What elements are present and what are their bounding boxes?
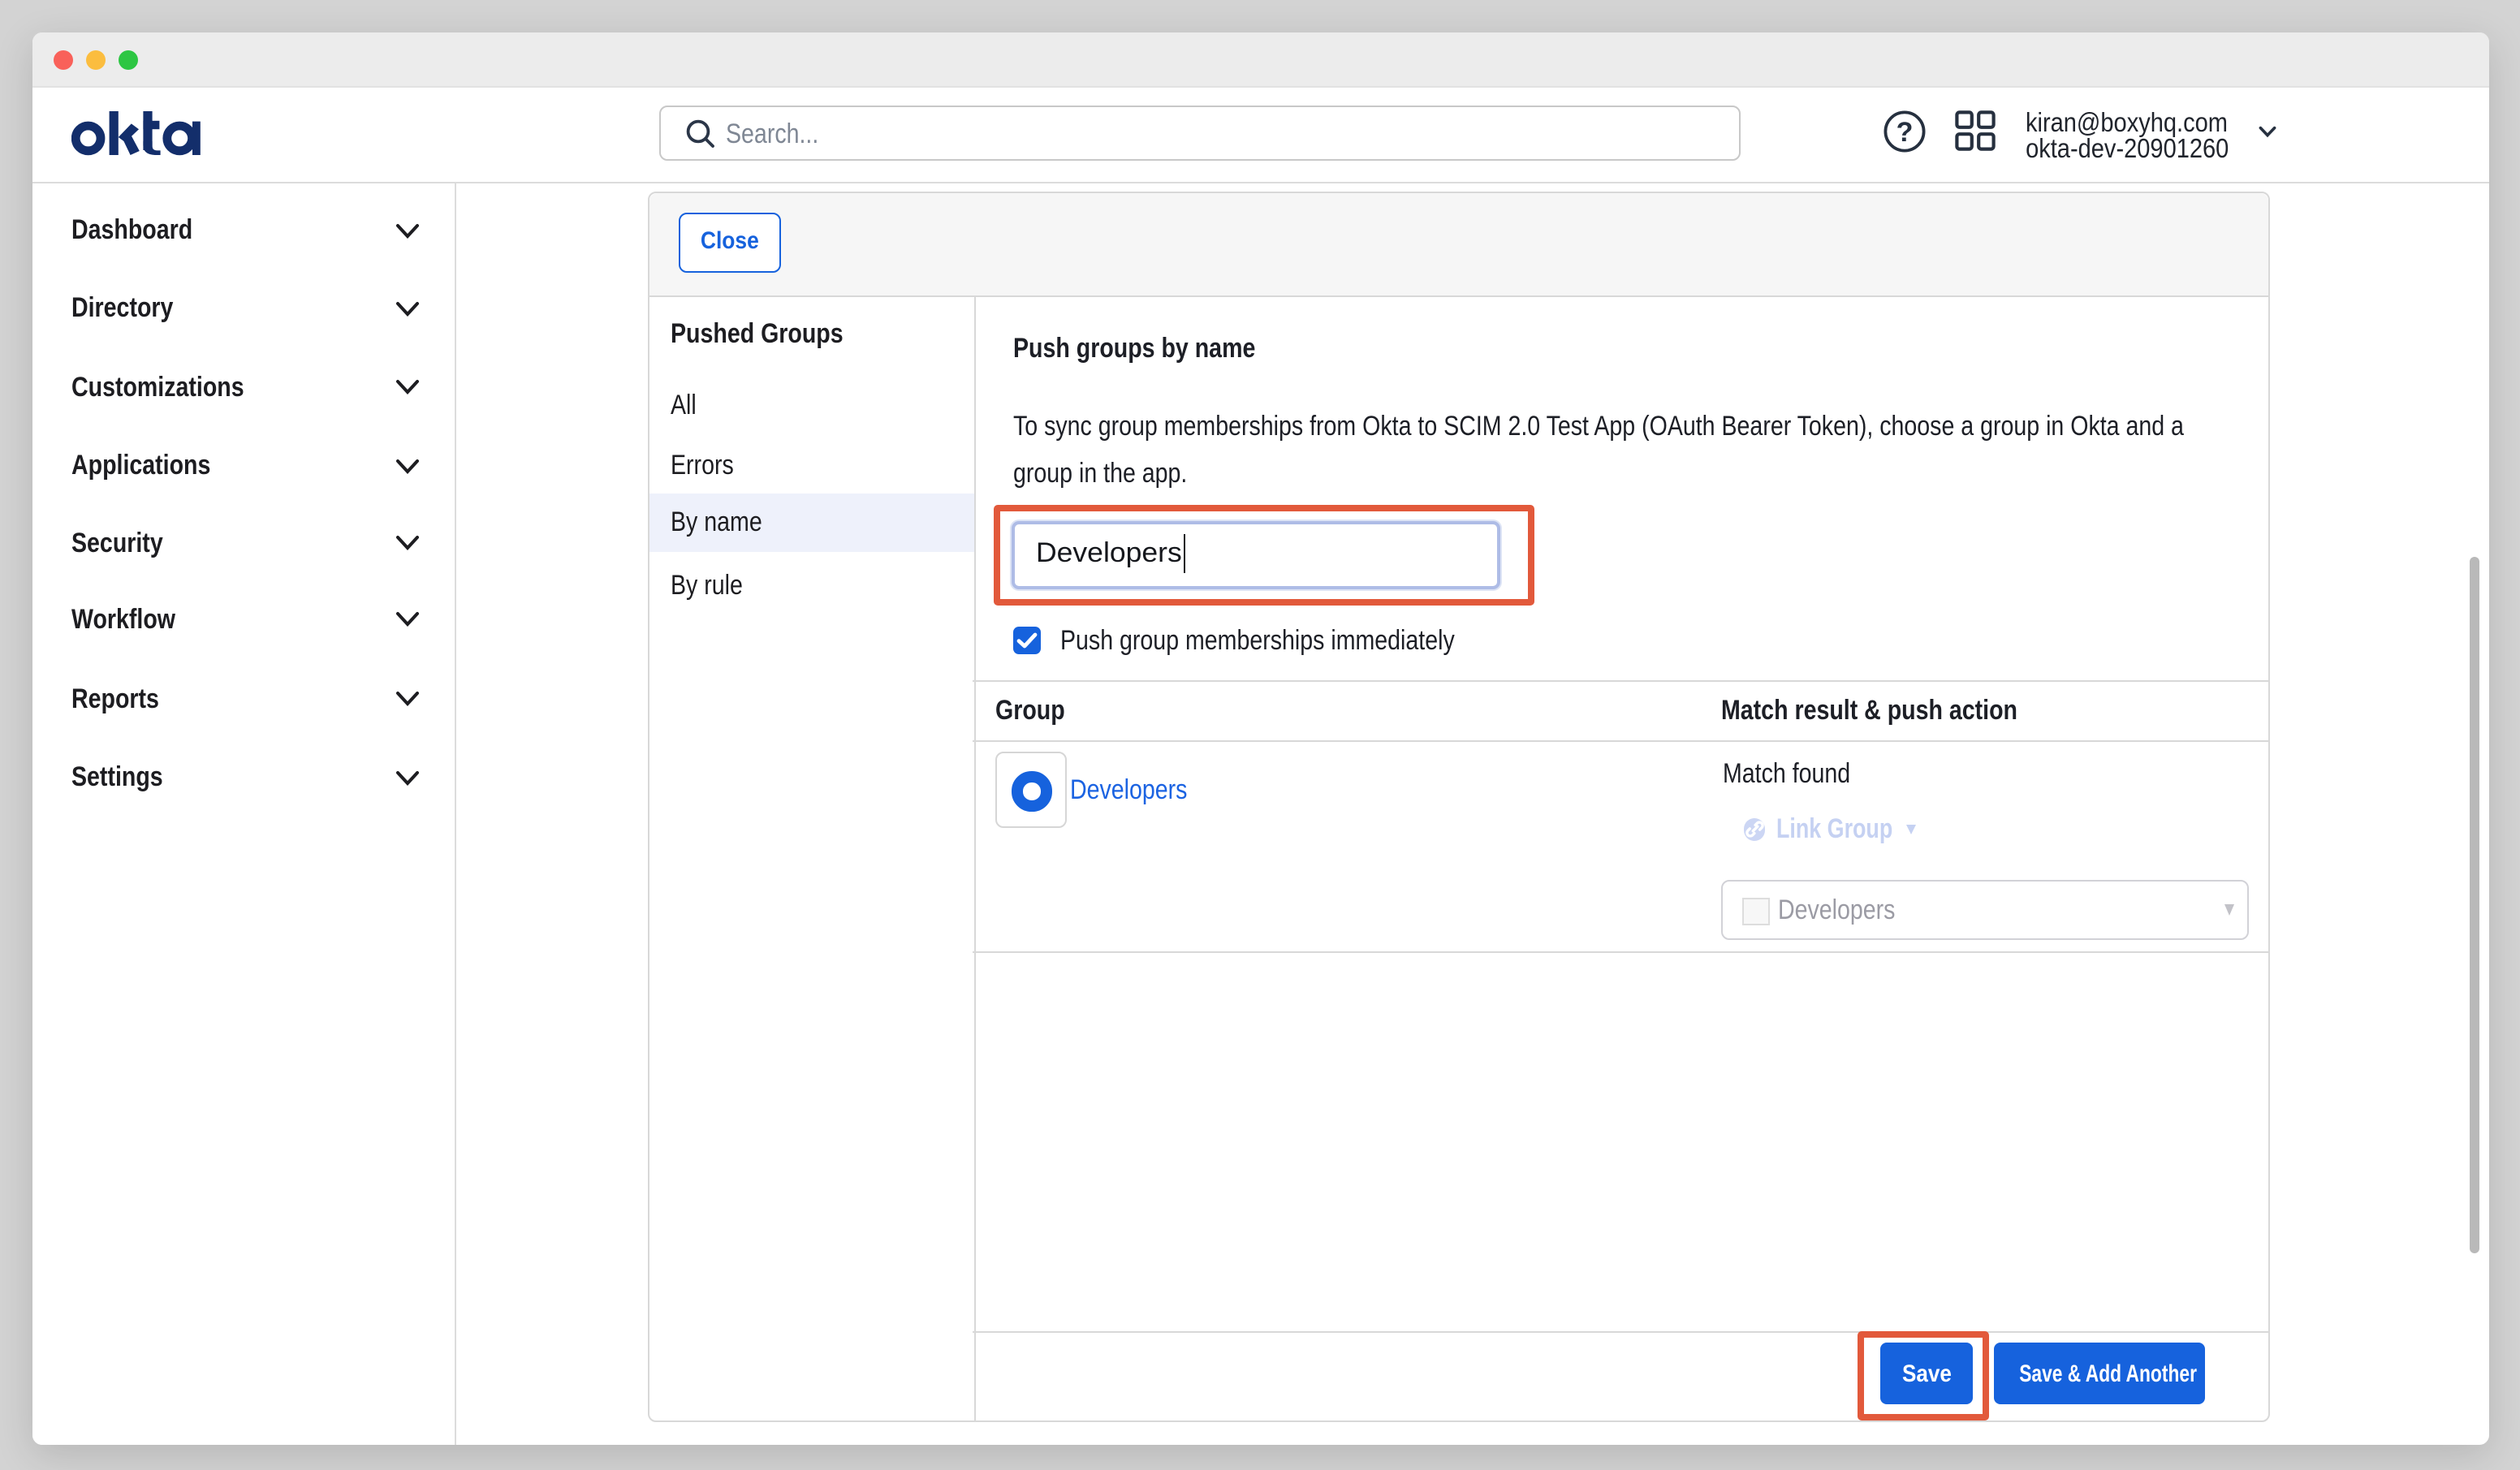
svg-text:?: ? — [1896, 116, 1913, 147]
